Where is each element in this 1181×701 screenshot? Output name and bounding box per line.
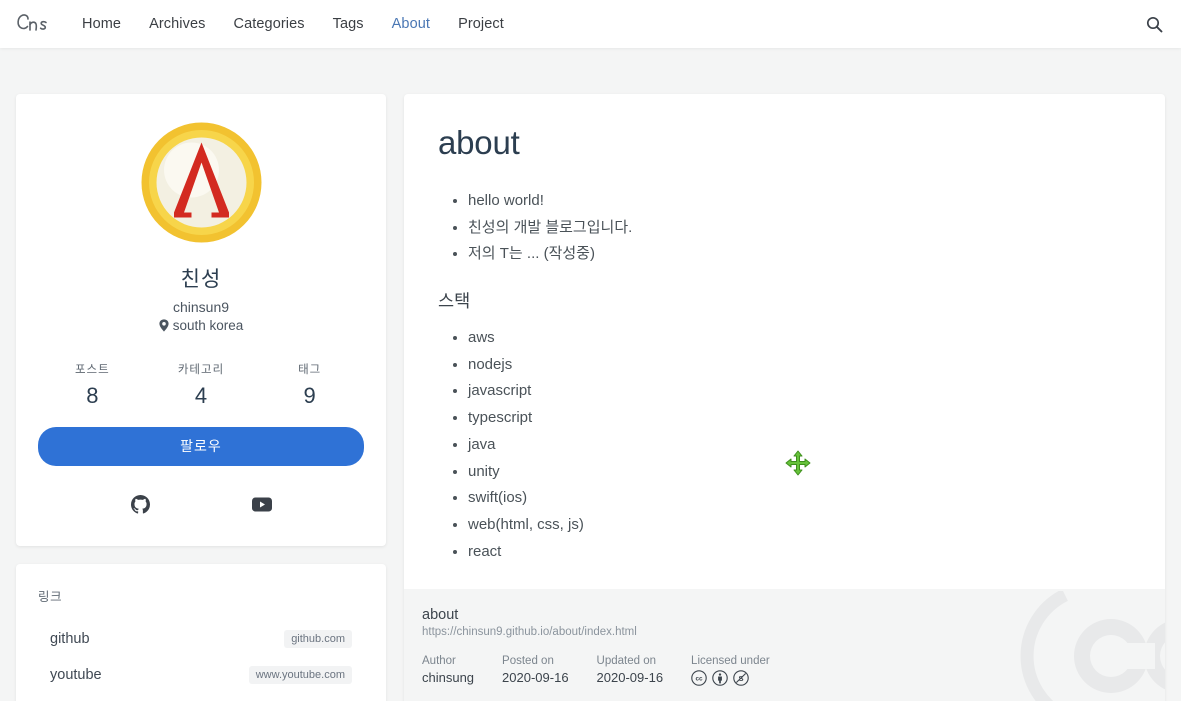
nav-link-project[interactable]: Project xyxy=(444,10,518,38)
meta-license-label: Licensed under xyxy=(691,655,770,668)
license-inner: about https://chinsun9.github.io/about/i… xyxy=(422,607,1147,687)
nav-link-home[interactable]: Home xyxy=(68,10,135,38)
stat-tags[interactable]: 태그 9 xyxy=(255,361,364,409)
site-logo[interactable] xyxy=(6,11,68,37)
page-container: 친성 chinsun9 south korea 포스트 8 카테고리 4 태그 xyxy=(0,48,1181,701)
link-item-github[interactable]: github github.com xyxy=(38,621,364,657)
nav-link-categories[interactable]: Categories xyxy=(220,10,319,38)
profile-location-text: south korea xyxy=(172,318,244,333)
stat-categories-label: 카테고리 xyxy=(177,364,225,376)
license-post-url: https://chinsun9.github.io/about/index.h… xyxy=(422,626,637,639)
list-item: react xyxy=(468,539,1131,566)
stat-posts-value: 8 xyxy=(86,383,99,408)
meta-author: Author chinsung xyxy=(422,655,474,686)
license-post-title: about xyxy=(422,607,459,624)
list-item: aws xyxy=(468,325,1131,352)
stack-heading: 스택 xyxy=(438,291,471,312)
link-item-youtube[interactable]: youtube www.youtube.com xyxy=(38,657,364,693)
license-footer: about https://chinsun9.github.io/about/i… xyxy=(404,589,1165,701)
links-card: 링크 github github.com youtube www.youtube… xyxy=(16,564,386,701)
main-content: about hello world! 친성의 개발 블로그입니다. 저의 T는 … xyxy=(404,94,1165,701)
profile-card: 친성 chinsun9 south korea 포스트 8 카테고리 4 태그 xyxy=(16,94,386,546)
meta-updated-value: 2020-09-16 xyxy=(596,670,664,686)
list-item: nodejs xyxy=(468,352,1131,379)
link-item-badge: www.youtube.com xyxy=(248,666,352,684)
stat-categories-value: 4 xyxy=(194,383,208,408)
stat-tags-value: 9 xyxy=(303,383,316,408)
svg-text:cc: cc xyxy=(695,676,703,683)
github-icon xyxy=(131,494,150,514)
stat-categories[interactable]: 카테고리 4 xyxy=(147,361,256,409)
profile-name: 친성 xyxy=(180,268,222,291)
map-marker-icon xyxy=(159,319,169,332)
cc-nc-icon-link[interactable]: S xyxy=(733,670,749,687)
list-item: unity xyxy=(468,459,1131,486)
avatar[interactable] xyxy=(139,120,264,245)
stat-posts-label: 포스트 xyxy=(74,364,110,376)
meta-posted-value: 2020-09-16 xyxy=(502,670,569,686)
meta-updated-label: Updated on xyxy=(596,655,657,668)
post-body: hello world! 친성의 개발 블로그입니다. 저의 T는 ... (작… xyxy=(438,188,1131,565)
stack-list: aws nodejs javascript typescript java un… xyxy=(438,325,1131,565)
list-item: javascript xyxy=(468,378,1131,405)
list-item: 친성의 개발 블로그입니다. xyxy=(468,215,1131,242)
link-item-name: github xyxy=(50,631,90,647)
cc-nc-icon: S xyxy=(733,670,749,687)
cc-by-icon xyxy=(712,670,728,687)
profile-stats: 포스트 8 카테고리 4 태그 9 xyxy=(38,361,364,409)
social-link-github[interactable] xyxy=(129,492,153,516)
nav-link-archives[interactable]: Archives xyxy=(135,10,219,38)
list-item: 저의 T는 ... (작성중) xyxy=(468,241,1131,268)
list-item: hello world! xyxy=(468,188,1131,215)
cc-icon-link[interactable]: cc xyxy=(691,670,707,687)
meta-author-value: chinsung xyxy=(422,670,475,686)
social-links xyxy=(38,492,364,516)
meta-posted-label: Posted on xyxy=(502,655,554,668)
profile-location: south korea xyxy=(38,318,364,333)
link-item-name: youtube xyxy=(50,667,102,683)
license-icon-group: cc xyxy=(691,670,770,687)
navbar: Home Archives Categories Tags About Proj… xyxy=(0,0,1181,48)
stat-tags-label: 태그 xyxy=(298,364,322,376)
page-title: about xyxy=(438,124,520,161)
search-icon xyxy=(1146,16,1162,32)
profile-username: chinsun9 xyxy=(172,299,230,315)
post-card: about hello world! 친성의 개발 블로그입니다. 저의 T는 … xyxy=(404,94,1165,701)
spartan-shield-lambda-avatar-icon xyxy=(141,122,261,243)
nav-link-about[interactable]: About xyxy=(378,10,444,38)
nav-link-tags[interactable]: Tags xyxy=(319,10,378,38)
cc-by-icon-link[interactable] xyxy=(712,670,728,687)
social-link-youtube[interactable] xyxy=(250,492,274,516)
meta-posted: Posted on 2020-09-16 xyxy=(502,655,569,686)
license-meta: Author chinsung Posted on 2020-09-16 Upd… xyxy=(422,655,1147,687)
meta-license: Licensed under cc xyxy=(691,655,770,687)
meta-updated: Updated on 2020-09-16 xyxy=(597,655,664,686)
nav-links: Home Archives Categories Tags About Proj… xyxy=(68,10,518,38)
follow-button[interactable]: 팔로우 xyxy=(38,427,364,466)
list-item: typescript xyxy=(468,405,1131,432)
list-item: java xyxy=(468,432,1131,459)
list-item: web(html, css, js) xyxy=(468,512,1131,539)
youtube-icon xyxy=(251,497,272,511)
link-item-badge: github.com xyxy=(284,630,352,648)
list-item: swift(ios) xyxy=(468,485,1131,512)
meta-author-label: Author xyxy=(422,655,456,668)
cc-icon: cc xyxy=(691,670,707,687)
handwritten-logo-icon xyxy=(17,14,47,31)
stat-posts[interactable]: 포스트 8 xyxy=(38,361,147,409)
intro-list: hello world! 친성의 개발 블로그입니다. 저의 T는 ... (작… xyxy=(438,188,1131,268)
links-card-title: 링크 xyxy=(38,590,63,604)
sidebar: 친성 chinsun9 south korea 포스트 8 카테고리 4 태그 xyxy=(16,94,386,701)
search-button[interactable] xyxy=(1141,11,1167,37)
